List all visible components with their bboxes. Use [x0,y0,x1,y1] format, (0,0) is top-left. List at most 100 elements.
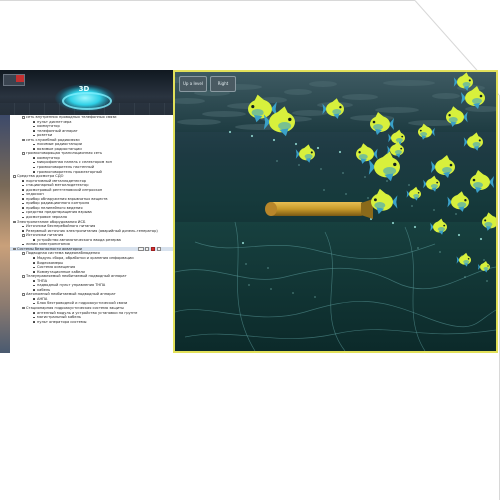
close-icon[interactable] [16,75,24,82]
auv-nose [265,202,277,216]
surface-ripple [432,93,460,99]
tree-bullet-icon [33,321,35,323]
surface-ripple [383,80,435,86]
tree-expander-icon[interactable] [13,175,16,178]
tree-bullet-icon [22,193,24,196]
bubble [417,247,419,249]
fish [295,144,315,163]
bubble [294,142,298,146]
bubble [314,296,316,298]
object-tree: сеть внутренних проводных телефонных свя… [10,115,173,353]
fish [423,175,440,192]
right-button[interactable]: Right [210,76,236,92]
bubble [298,164,300,166]
tree-bullet-icon [22,180,24,182]
bubble [248,284,250,286]
tree-bullet-icon [33,262,35,264]
row-options-button[interactable] [157,247,161,251]
bubble [386,180,388,182]
tree-expander-icon[interactable] [22,252,25,255]
tree-bullet-icon [22,184,24,187]
tree-bullet-icon [33,266,35,269]
panel-header: 3D [0,70,173,115]
bubble [455,213,457,215]
tree-bullet-icon [33,134,35,137]
bubble [270,288,272,290]
up-a-level-button[interactable]: Up a level [179,76,207,92]
tree-expander-icon[interactable] [22,116,25,119]
tree-row-label: пульт оператора системы [37,319,87,324]
tree-bullet-icon [33,257,35,259]
bubble [267,267,269,269]
surface-ripple [375,107,419,113]
surface-ripple [202,111,246,117]
auv-body [267,202,367,216]
fish [463,132,483,151]
tree-bullet-icon [33,289,35,291]
tree-expander-icon[interactable] [22,138,25,142]
underwater-3d-view[interactable]: Up a level Right [173,70,498,353]
bubble [320,168,322,170]
side-thumbnail-strip [0,115,10,353]
tree-bullet-icon [22,189,24,191]
bubble [272,138,276,142]
tree-expander-icon[interactable] [22,306,25,310]
tree-bullet-icon [22,230,24,232]
row-edit-button[interactable] [138,247,144,251]
bubble [364,176,366,178]
tree-bullet-icon [33,302,35,305]
tree-bullet-icon [22,225,24,228]
tree-bullet-icon [33,239,35,241]
tree-bullet-icon [22,211,24,214]
underwater-scene[interactable] [175,72,496,351]
bubble [486,280,488,282]
bubble [433,209,435,211]
tree-bullet-icon [33,284,35,287]
tree-bullet-icon [33,148,35,150]
tree-expander-icon[interactable] [22,293,25,296]
tree-bullet-icon [33,271,35,273]
tree-bullet-icon [33,280,35,282]
bubble [342,172,344,174]
fish [371,188,398,215]
tree-bullet-icon [33,316,35,319]
tree-expander-icon[interactable] [22,234,25,237]
tree-bullet-icon [33,157,35,159]
bubble [250,134,254,138]
bubble [241,241,245,245]
tree-expander-icon[interactable] [22,275,25,278]
bubble [457,233,461,237]
sea-floor [175,222,496,351]
bubble [413,225,417,229]
row-delete-button[interactable] [151,247,155,251]
tree-expander-icon[interactable] [22,152,25,155]
tree-bullet-icon [33,171,35,173]
tree-bullet-icon [22,202,24,205]
tree-expander-icon[interactable] [13,247,16,251]
tree-bullet-icon [33,312,35,314]
tree-bullet-icon [33,130,35,132]
row-move-button[interactable] [145,247,149,251]
surface-ripple [309,81,337,87]
object-tree-panel: 3D сеть внутренних проводных телефонных … [0,70,173,353]
fish [356,143,378,164]
tree-bullet-icon [33,161,35,164]
bubble [316,146,320,150]
surface-ripple [292,110,328,116]
tree-bullet-icon [22,198,24,200]
tree-bullet-icon [33,121,35,123]
surface-ripple [342,94,378,100]
bubble [292,292,294,294]
tree-bullet-icon [22,216,24,219]
bubble [338,150,342,154]
bubble [276,160,278,162]
tree-expander-icon[interactable] [13,220,16,224]
fish [447,191,469,212]
tree-bullet-icon [33,298,35,300]
bubble [483,259,485,261]
bubble [367,197,369,199]
surface-ripple [284,89,312,95]
tree-row[interactable]: пульт оператора системы [10,320,173,325]
bubble [228,130,232,134]
fish [470,170,494,193]
